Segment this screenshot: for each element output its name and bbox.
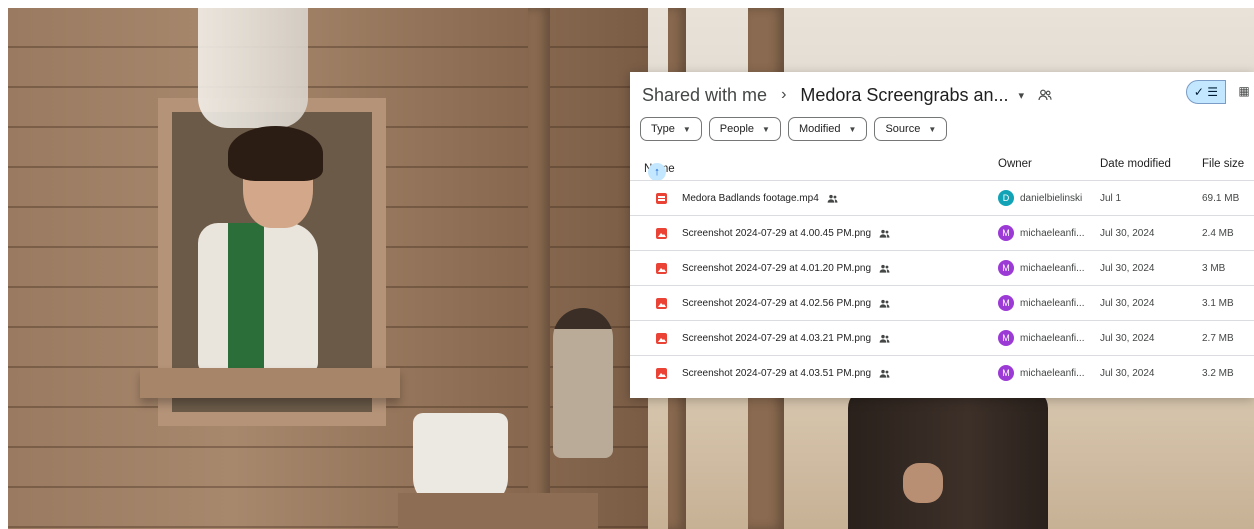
porch-bench (398, 493, 598, 529)
man-in-coat (848, 388, 1048, 529)
file-size-cell: 2.4 MB (1202, 227, 1234, 239)
shared-people-icon (879, 369, 890, 378)
file-size-cell: 69.1 MB (1202, 192, 1240, 204)
file-size-cell: 3 MB (1202, 262, 1226, 274)
file-list: Medora Badlands footage.mp4 Ddanielbielin… (630, 180, 1254, 390)
file-name-cell: Screenshot 2024-07-29 at 4.03.21 PM.png (682, 321, 890, 355)
filter-label: Modified (798, 123, 841, 135)
column-headers: Name↑ Owner Date modified File size (630, 150, 1254, 181)
file-row[interactable]: Screenshot 2024-07-29 at 4.01.20 PM.png M… (630, 250, 1254, 285)
porch-post (528, 8, 550, 529)
breadcrumb-current-folder[interactable]: Medora Screengrabs an... (800, 85, 1008, 106)
hand (903, 463, 943, 503)
folder-menu-caret-icon[interactable]: ▾ (1019, 89, 1025, 102)
date-modified-cell: Jul 1 (1100, 192, 1122, 204)
filter-label: Source (885, 123, 921, 135)
breadcrumb-shared-with-me[interactable]: Shared with me (642, 85, 767, 106)
file-row[interactable]: Screenshot 2024-07-29 at 4.03.21 PM.png M… (630, 320, 1254, 355)
man-hair (228, 126, 323, 181)
shared-folder-icon (1038, 89, 1052, 101)
file-name: Screenshot 2024-07-29 at 4.03.21 PM.png (682, 332, 872, 344)
shared-people-icon (827, 194, 838, 203)
file-name-cell: Screenshot 2024-07-29 at 4.00.45 PM.png (682, 216, 890, 250)
shared-people-icon (879, 334, 890, 343)
owner-name: michaeleanfi... (1020, 297, 1085, 309)
file-name-cell: Screenshot 2024-07-29 at 4.03.51 PM.png (682, 356, 890, 390)
owner-name: michaeleanfi... (1020, 227, 1085, 239)
date-modified-cell: Jul 30, 2024 (1100, 297, 1155, 309)
shared-people-icon (879, 299, 890, 308)
grid-view-button[interactable]: ▦ (1234, 80, 1254, 102)
owner-cell: Mmichaeleanfi... (998, 321, 1084, 355)
image-file-icon (656, 356, 667, 390)
file-size-cell: 3.1 MB (1202, 297, 1234, 309)
image-file-icon (656, 286, 667, 320)
shared-people-icon (879, 264, 890, 273)
file-name: Screenshot 2024-07-29 at 4.01.20 PM.png (682, 262, 872, 274)
file-name-cell: Screenshot 2024-07-29 at 4.01.20 PM.png (682, 251, 890, 285)
filter-people-chip[interactable]: People ▼ (708, 117, 781, 141)
date-modified-cell: Jul 30, 2024 (1100, 367, 1155, 379)
owner-cell: Mmichaeleanfi... (998, 356, 1084, 390)
chevron-down-icon: ▼ (928, 124, 937, 134)
view-toggle: ✓ ☰ ▦ (1186, 80, 1250, 104)
file-name: Screenshot 2024-07-29 at 4.03.51 PM.png (682, 367, 872, 379)
owner-name: michaeleanfi... (1020, 367, 1085, 379)
owner-name: michaeleanfi... (1020, 332, 1085, 344)
owner-name: michaeleanfi... (1020, 262, 1085, 274)
list-view-button[interactable]: ✓ ☰ (1186, 80, 1226, 104)
column-header-date-modified[interactable]: Date modified (1100, 158, 1171, 170)
filter-type-chip[interactable]: Type ▼ (640, 117, 702, 141)
date-modified-cell: Jul 30, 2024 (1100, 227, 1155, 239)
owner-name: danielbielinski (1020, 192, 1083, 204)
window-curtain (198, 8, 308, 128)
file-name: Screenshot 2024-07-29 at 4.02.56 PM.png (682, 297, 872, 309)
avatar: M (998, 330, 1014, 346)
file-name-cell: Screenshot 2024-07-29 at 4.02.56 PM.png (682, 286, 890, 320)
owner-cell: Mmichaeleanfi... (998, 286, 1084, 320)
file-size-cell: 2.7 MB (1202, 332, 1234, 344)
avatar: M (998, 260, 1014, 276)
date-modified-cell: Jul 30, 2024 (1100, 332, 1155, 344)
seated-cowboy (553, 308, 613, 458)
file-row[interactable]: Screenshot 2024-07-29 at 4.03.51 PM.png M… (630, 355, 1254, 390)
breadcrumb: Shared with me › Medora Screengrabs an..… (642, 78, 1052, 112)
column-header-file-size[interactable]: File size (1202, 158, 1244, 170)
date-modified-cell: Jul 30, 2024 (1100, 262, 1155, 274)
chevron-down-icon: ▼ (762, 124, 770, 134)
file-name-cell: Medora Badlands footage.mp4 (682, 181, 838, 215)
drive-file-panel: Shared with me › Medora Screengrabs an..… (630, 72, 1254, 398)
chevron-down-icon: ▼ (848, 124, 857, 134)
avatar: M (998, 225, 1014, 241)
file-name: Screenshot 2024-07-29 at 4.00.45 PM.png (682, 227, 872, 239)
avatar: D (998, 190, 1014, 206)
video-file-icon (656, 181, 667, 215)
image-file-icon (656, 216, 667, 250)
file-name: Medora Badlands footage.mp4 (682, 192, 819, 204)
shared-people-icon (879, 229, 890, 238)
filter-chips: Type ▼ People ▼ Modified ▼ Source ▼ (640, 117, 948, 141)
file-row[interactable]: Screenshot 2024-07-29 at 4.00.45 PM.png M… (630, 215, 1254, 250)
avatar: M (998, 365, 1014, 381)
filter-modified-chip[interactable]: Modified ▼ (787, 117, 868, 141)
image-file-icon (656, 321, 667, 355)
column-header-owner[interactable]: Owner (998, 158, 1032, 170)
owner-cell: Mmichaeleanfi... (998, 216, 1084, 250)
filter-source-chip[interactable]: Source ▼ (874, 117, 948, 141)
file-row[interactable]: Screenshot 2024-07-29 at 4.02.56 PM.png M… (630, 285, 1254, 320)
man-in-window (198, 223, 318, 373)
sort-ascending-icon[interactable]: ↑ (648, 163, 666, 181)
file-row[interactable]: Medora Badlands footage.mp4 Ddanielbielin… (630, 180, 1254, 215)
image-file-icon (656, 251, 667, 285)
breadcrumb-separator: › (781, 86, 787, 103)
chevron-down-icon: ▼ (682, 124, 691, 134)
file-size-cell: 3.2 MB (1202, 367, 1234, 379)
window-sill (140, 368, 400, 398)
filter-label: People (719, 123, 755, 135)
avatar: M (998, 295, 1014, 311)
filter-label: Type (651, 123, 675, 135)
owner-cell: Ddanielbielinski (998, 181, 1082, 215)
owner-cell: Mmichaeleanfi... (998, 251, 1084, 285)
